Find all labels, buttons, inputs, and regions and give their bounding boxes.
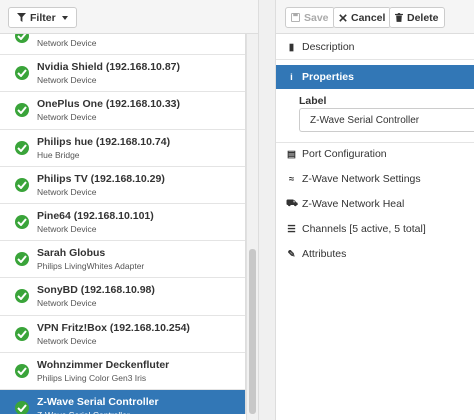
trash-icon xyxy=(395,13,403,22)
device-type: Network Device xyxy=(37,112,97,123)
chevron-down-icon xyxy=(61,15,68,20)
filter-button[interactable]: Filter xyxy=(8,7,77,28)
device-list-item[interactable]: Network Device xyxy=(0,34,245,56)
list-icon: ☰ xyxy=(287,223,296,235)
device-type: Network Device xyxy=(37,335,97,346)
device-list-item[interactable]: SonyBD (192.168.10.98) Network Device xyxy=(0,278,245,316)
device-name: VPN Fritz!Box (192.168.10.254) xyxy=(37,321,190,334)
section-zwave-network-settings[interactable]: ≈ Z-Wave Network Settings xyxy=(276,167,474,191)
save-button[interactable]: Save xyxy=(285,7,335,28)
check-circle-icon xyxy=(15,34,29,43)
check-circle-icon xyxy=(15,177,29,192)
section-label: Properties xyxy=(302,71,354,83)
device-list-item[interactable]: Nvidia Shield (192.168.10.87) Network Dev… xyxy=(0,55,245,93)
check-circle-icon xyxy=(15,363,29,378)
section-zwave-network-heal[interactable]: ⛟ Z-Wave Network Heal xyxy=(276,192,474,216)
device-list-item[interactable]: Philips TV (192.168.10.29) Network Device xyxy=(0,166,245,204)
save-label: Save xyxy=(304,11,329,24)
device-name: OnePlus One (192.168.10.33) xyxy=(37,98,180,111)
device-name: Philips TV (192.168.10.29) xyxy=(37,172,165,185)
section-port-configuration[interactable]: ▤ Port Configuration xyxy=(276,142,474,166)
delete-button[interactable]: Delete xyxy=(389,7,445,28)
device-list-item[interactable]: Philips hue (192.168.10.74) Hue Bridge xyxy=(0,129,245,167)
wifi-icon: ≈ xyxy=(288,173,295,185)
check-circle-icon xyxy=(15,401,29,414)
filter-icon xyxy=(17,13,26,22)
detail-toolbar: Save Cancel Delete xyxy=(276,0,474,34)
check-circle-icon xyxy=(15,289,29,304)
section-label: Channels [5 active, 5 total] xyxy=(302,223,426,235)
check-circle-icon xyxy=(15,103,29,118)
filter-label: Filter xyxy=(30,11,56,24)
device-name: Wohnzimmer Deckenfluter xyxy=(37,358,170,371)
hdd-icon: ▤ xyxy=(287,148,296,160)
edit-icon: ✎ xyxy=(287,248,296,260)
section-label: Description xyxy=(302,41,355,53)
section-description[interactable]: ▮ Description xyxy=(276,35,474,59)
pane-splitter[interactable] xyxy=(258,0,276,420)
section-label: Attributes xyxy=(302,248,347,260)
device-type: Philips LivingWhites Adapter xyxy=(37,261,145,272)
device-type: Network Device xyxy=(37,298,97,309)
device-type: Hue Bridge xyxy=(37,149,80,160)
left-toolbar: Filter xyxy=(0,0,258,34)
device-name: Z-Wave Serial Controller xyxy=(37,396,159,408)
device-list-item[interactable]: Wohnzimmer Deckenfluter Philips Living Co… xyxy=(0,352,245,390)
section-label: Port Configuration xyxy=(302,148,387,160)
device-type: Z-Wave Serial Controller xyxy=(37,410,130,414)
check-circle-icon xyxy=(15,215,29,229)
device-list-item[interactable]: VPN Fritz!Box (192.168.10.254) Network De… xyxy=(0,315,245,353)
device-list-scrollbar[interactable] xyxy=(246,34,258,420)
device-detail-pane: Save Cancel Delete ▮ Description i Prope… xyxy=(276,0,474,420)
cancel-button[interactable]: Cancel xyxy=(333,7,392,28)
device-type: Network Device xyxy=(37,75,97,86)
device-type: Philips Living Color Gen3 Iris xyxy=(37,372,147,383)
ambulance-icon: ⛟ xyxy=(286,198,298,209)
book-icon: ▮ xyxy=(288,41,295,53)
device-name: SonyBD (192.168.10.98) xyxy=(37,284,155,297)
info-icon: i xyxy=(290,71,293,83)
device-list-item[interactable]: OnePlus One (192.168.10.33) Network Devic… xyxy=(0,92,245,130)
device-name: Nvidia Shield (192.168.10.87) xyxy=(37,61,180,74)
device-name: Philips hue (192.168.10.74) xyxy=(37,135,171,148)
section-channels[interactable]: ☰ Channels [5 active, 5 total] xyxy=(276,217,474,241)
label-input[interactable] xyxy=(299,108,474,132)
device-list-item[interactable]: Sarah Globus Philips LivingWhites Adapter xyxy=(0,241,245,279)
check-circle-icon xyxy=(15,140,29,155)
section-attributes[interactable]: ✎ Attributes xyxy=(276,242,474,266)
save-icon xyxy=(291,13,300,22)
close-icon xyxy=(339,13,347,22)
check-circle-icon xyxy=(15,326,29,341)
device-list-pane: Filter Network Device Nvidia Shield (192.… xyxy=(0,0,258,420)
properties-body: Label xyxy=(276,89,474,143)
cancel-label: Cancel xyxy=(351,11,386,24)
device-list-item[interactable]: Pine64 (192.168.10.101) Network Device xyxy=(0,204,245,242)
label-caption: Label xyxy=(299,95,327,107)
device-type: Network Device xyxy=(37,38,97,48)
scrollbar-thumb[interactable] xyxy=(249,249,256,414)
check-circle-icon xyxy=(15,252,29,267)
delete-label: Delete xyxy=(407,11,439,24)
section-label: Z-Wave Network Settings xyxy=(302,173,421,185)
device-name: Sarah Globus xyxy=(37,247,106,260)
section-label: Z-Wave Network Heal xyxy=(302,198,405,210)
section-properties[interactable]: i Properties xyxy=(276,65,474,89)
check-circle-icon xyxy=(15,66,29,81)
device-name: Pine64 (192.168.10.101) xyxy=(37,210,154,222)
device-list-item[interactable]: Z-Wave Serial Controller Z-Wave Serial Co… xyxy=(0,390,245,414)
device-type: Network Device xyxy=(37,224,97,234)
device-type: Network Device xyxy=(37,186,97,197)
device-list: Network Device Nvidia Shield (192.168.10.… xyxy=(0,34,246,414)
